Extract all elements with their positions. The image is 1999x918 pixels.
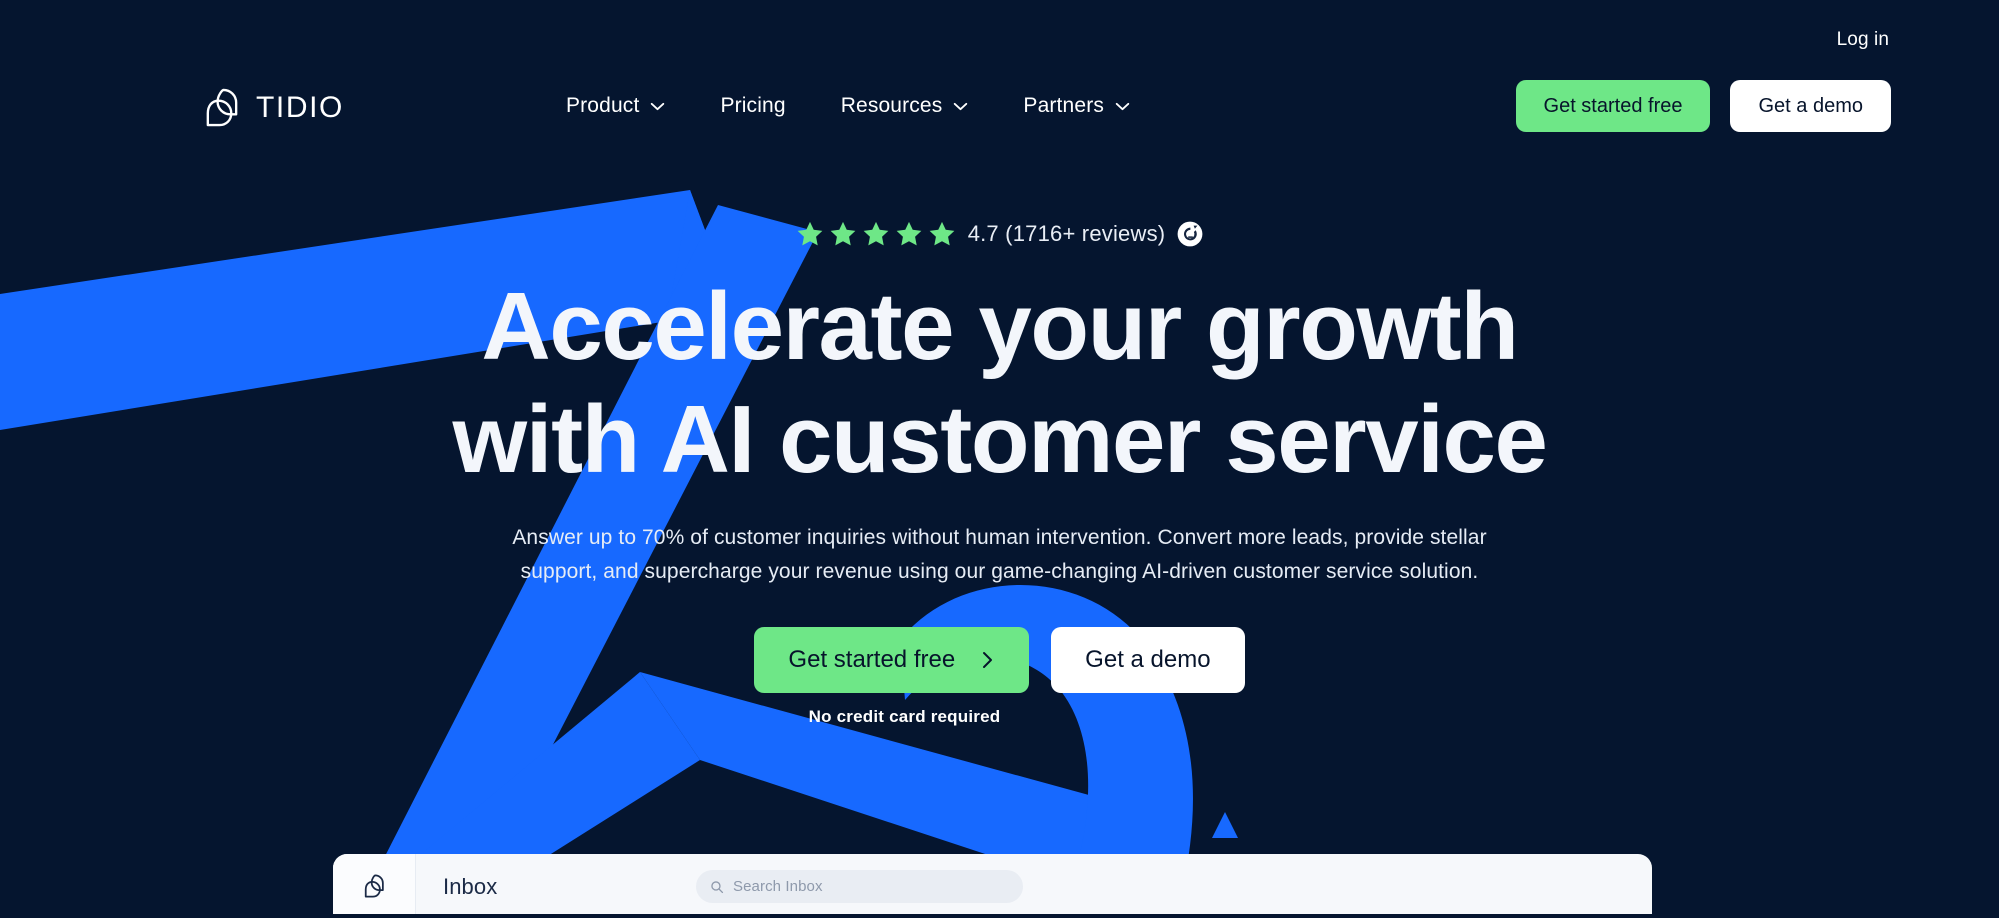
nav-label-product: Product xyxy=(566,94,640,117)
nav-label-partners: Partners xyxy=(1023,94,1104,117)
hero-section: 4.7 (1716+ reviews) Accelerate your grow… xyxy=(0,214,1999,727)
chevron-down-icon xyxy=(651,102,665,110)
nav-item-pricing[interactable]: Pricing xyxy=(720,88,785,124)
hero-get-started-free-button[interactable]: Get started free xyxy=(754,626,1030,693)
star-icon xyxy=(896,221,922,246)
subheading-line-1: Answer up to 70% of customer inquiries w… xyxy=(512,525,1487,549)
g2-logo-icon xyxy=(1177,221,1203,247)
chevron-down-icon xyxy=(954,102,968,110)
hero-cta-group: Get started free Get a demo xyxy=(0,626,1999,693)
hero-subheading: Answer up to 70% of customer inquiries w… xyxy=(495,521,1505,589)
nav-label-pricing: Pricing xyxy=(720,94,786,117)
tidio-logo[interactable]: TIDIO xyxy=(200,86,344,129)
star-icon xyxy=(830,221,856,246)
main-navigation: Product Pricing Resources Partners xyxy=(566,88,1130,124)
nav-item-product[interactable]: Product xyxy=(566,88,665,124)
inbox-search-field[interactable]: Search Inbox xyxy=(696,870,1023,903)
inbox-search-placeholder: Search Inbox xyxy=(733,878,823,895)
site-header: Log in TIDIO Product Pricing Resources P… xyxy=(0,0,1999,150)
chevron-down-icon xyxy=(1115,102,1130,110)
inbox-title: Inbox xyxy=(443,874,498,899)
nav-label-resources: Resources xyxy=(840,94,943,117)
inbox-sidebar-rail[interactable] xyxy=(333,854,416,918)
tidio-chat-bubbles-icon xyxy=(364,874,384,898)
log-in-link[interactable]: Log in xyxy=(1837,29,1889,51)
page-title: Accelerate your growth with AI customer … xyxy=(0,270,1999,497)
headline-line-1: Accelerate your growth xyxy=(481,273,1519,380)
rating-row: 4.7 (1716+ reviews) xyxy=(0,214,1999,254)
header-get-a-demo-button[interactable]: Get a demo xyxy=(1730,80,1891,132)
header-cta-group: Get started free Get a demo xyxy=(1515,80,1891,132)
star-icon xyxy=(797,221,823,246)
header-get-started-free-button[interactable]: Get started free xyxy=(1515,80,1711,132)
no-credit-card-disclaimer: No credit card required xyxy=(808,706,1001,726)
page-root: Log in TIDIO Product Pricing Resources P… xyxy=(0,0,1999,918)
headline-line-2: with AI customer service xyxy=(452,386,1548,494)
tidio-wordmark: TIDIO xyxy=(256,90,344,124)
chevron-right-icon xyxy=(983,651,993,668)
rating-text: 4.7 (1716+ reviews) xyxy=(967,221,1166,246)
subheading-line-2: support, and supercharge your revenue us… xyxy=(520,559,1479,583)
hero-get-a-demo-button[interactable]: Get a demo xyxy=(1051,626,1245,693)
nav-item-resources[interactable]: Resources xyxy=(841,88,969,124)
nav-item-partners[interactable]: Partners xyxy=(1023,88,1130,124)
search-icon xyxy=(711,880,724,893)
tidio-chat-bubbles-icon xyxy=(206,88,238,127)
hero-cta-primary-label: Get started free xyxy=(788,645,956,673)
inbox-preview-panel: Inbox Search Inbox xyxy=(333,854,1652,918)
bottom-edge-strip xyxy=(0,914,1999,918)
star-icon xyxy=(863,221,889,246)
login-row: Log in xyxy=(1837,28,1889,52)
star-icon xyxy=(929,221,955,246)
star-rating xyxy=(796,220,956,248)
